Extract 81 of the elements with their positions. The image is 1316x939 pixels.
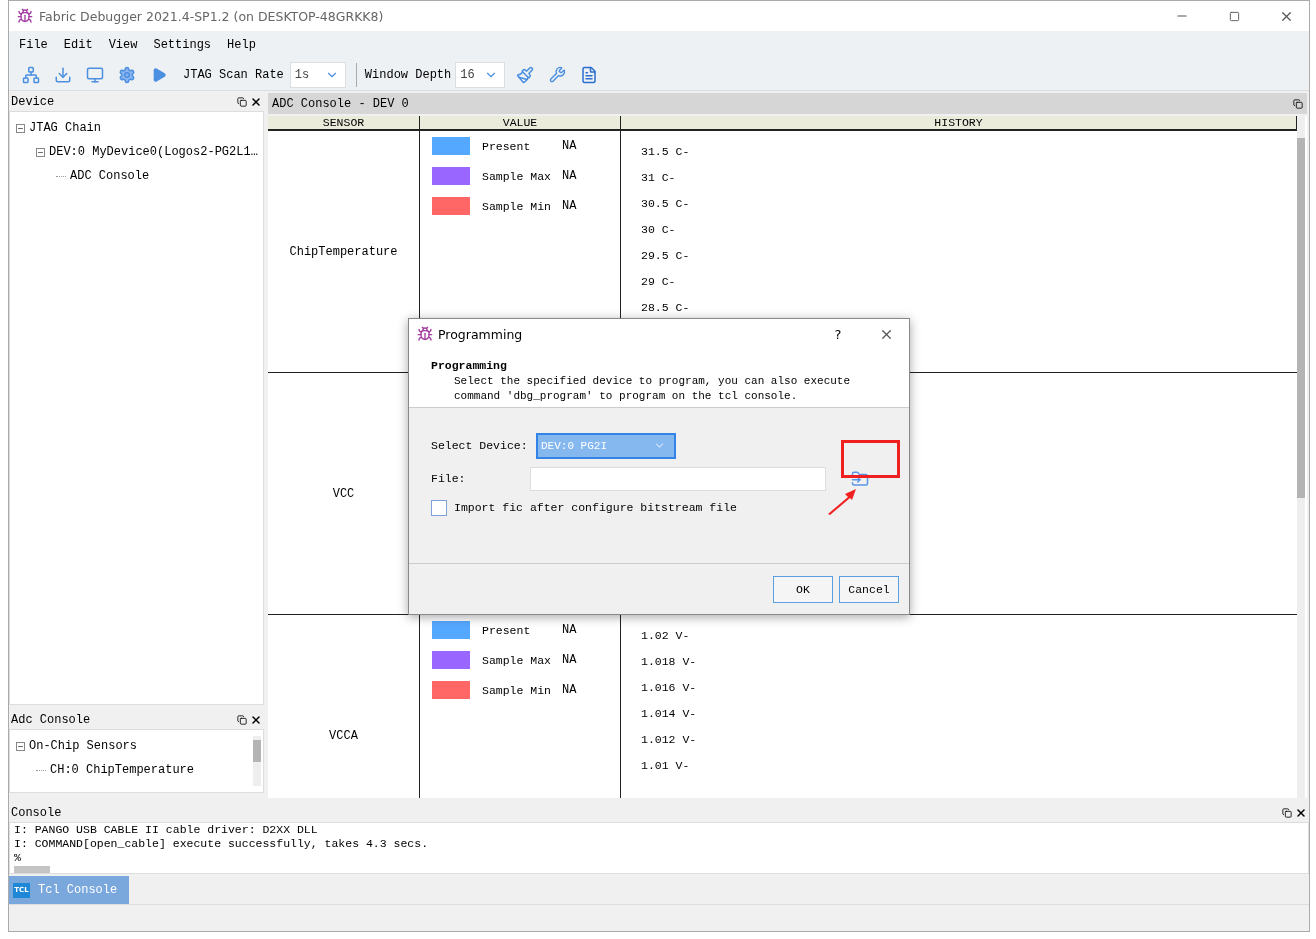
history-value: 1.014 V- [641, 707, 698, 721]
collapse-toggle-icon[interactable] [16, 741, 25, 751]
checkbox-label: Import fic after configure bitstream file [454, 501, 737, 514]
dialog-button[interactable]: Cancel [839, 575, 899, 603]
history-value: 31 C- [641, 171, 677, 185]
close-icon[interactable] [250, 714, 262, 726]
scan-rate-label: JTAG Scan Rate [183, 67, 284, 82]
window-depth-dropdown[interactable]: 16 [455, 61, 506, 88]
tree-item[interactable]: CH:0 ChipTemperature [50, 763, 195, 777]
column-header: SENSOR [268, 116, 420, 129]
restore-icon[interactable] [1282, 808, 1292, 818]
restore-icon[interactable] [237, 97, 247, 107]
panel-title: Adc Console [11, 713, 91, 727]
legend-label: Sample Max [482, 169, 552, 183]
legend-value: NA [562, 653, 577, 667]
checkbox[interactable] [431, 499, 447, 516]
menu-item[interactable]: Edit [55, 33, 101, 57]
panel-title: Console [11, 806, 62, 820]
console-line: I: PANGO USB CABLE II cable driver: D2XX DLL [14, 823, 319, 837]
maximize-icon [1228, 10, 1240, 22]
menu-item[interactable]: View [100, 33, 146, 57]
close-icon[interactable] [250, 96, 262, 108]
legend-value: NA [562, 199, 577, 213]
file-label: File: [431, 472, 467, 485]
restore-icon[interactable] [237, 715, 247, 725]
dialog-button[interactable]: OK [773, 575, 833, 603]
bug-icon [17, 8, 33, 24]
window-title: Fabric Debugger 2021.4-SP1.2 (on DESKTOP-48GRKK8) [39, 8, 385, 24]
sensor-name: VCC [332, 486, 355, 501]
column-header: VALUE [420, 116, 621, 129]
panel-title: Device [11, 95, 55, 109]
scan-rate-dropdown[interactable]: 1s [289, 61, 346, 88]
history-value: 28.5 C- [641, 301, 691, 315]
tree-item[interactable]: DEV:0 MyDevice0(Logos2-PG2L1… [49, 145, 258, 159]
legend-value: NA [562, 683, 577, 697]
tree-item[interactable]: JTAG Chain [29, 121, 101, 135]
history-value: 1.012 V- [641, 733, 698, 747]
legend-label: Sample Min [482, 683, 552, 697]
legend-value: NA [562, 139, 577, 153]
history-value: 1.018 V- [641, 655, 698, 669]
sensor-name: ChipTemperature [289, 244, 398, 259]
tree-item[interactable]: On-Chip Sensors [29, 739, 138, 753]
console-line: I: COMMAND[open_cable] execute successfully, takes 4.3 secs. [14, 837, 430, 851]
device-label: Select Device: [431, 439, 529, 452]
history-value: 31.5 C- [641, 145, 691, 159]
highlight-box [841, 440, 900, 478]
arrow-drawing [827, 488, 857, 515]
tree-item[interactable]: ADC Console [70, 169, 150, 183]
dialog-title: Programming [438, 326, 524, 342]
panel-title: ADC Console - DEV 0 [272, 96, 409, 111]
legend-label: Sample Min [482, 199, 552, 213]
close-icon[interactable] [1295, 807, 1307, 819]
menu-item[interactable]: File [11, 33, 56, 57]
history-value: 1.02 V- [641, 629, 691, 643]
history-value: 1.01 V- [641, 759, 691, 773]
menu-item[interactable]: Help [219, 33, 264, 57]
dialog-heading: Programming [431, 359, 508, 372]
history-value: 29 C- [641, 275, 677, 289]
collapse-toggle-icon[interactable] [36, 147, 45, 157]
scrollbar[interactable] [253, 736, 261, 786]
history-value: 30.5 C- [641, 197, 691, 211]
legend-label: Sample Max [482, 653, 552, 667]
bug-icon [417, 326, 433, 342]
dialog-description: Select the specified device to program, you can also execute command 'dbg_program' to program on the tcl console. [453, 374, 852, 404]
legend-value: NA [562, 169, 577, 183]
menu-item[interactable]: Settings [145, 33, 220, 57]
collapse-toggle-icon[interactable] [16, 123, 25, 133]
sensor-name: VCCA [329, 728, 358, 743]
legend-label: Present [482, 139, 532, 153]
help-button[interactable]: ? [818, 325, 858, 343]
history-value: 1.016 V- [641, 681, 698, 695]
console-line: % [14, 851, 22, 865]
file-field[interactable] [530, 466, 826, 491]
legend-label: Present [482, 623, 532, 637]
window-depth-label: Window Depth [364, 67, 452, 82]
history-value: 29.5 C- [641, 249, 691, 263]
restore-icon[interactable] [1293, 98, 1303, 109]
legend-value: NA [562, 623, 577, 637]
history-value: 30 C- [641, 223, 677, 237]
scrollbar[interactable] [14, 866, 50, 873]
scrollbar[interactable] [1297, 116, 1305, 798]
